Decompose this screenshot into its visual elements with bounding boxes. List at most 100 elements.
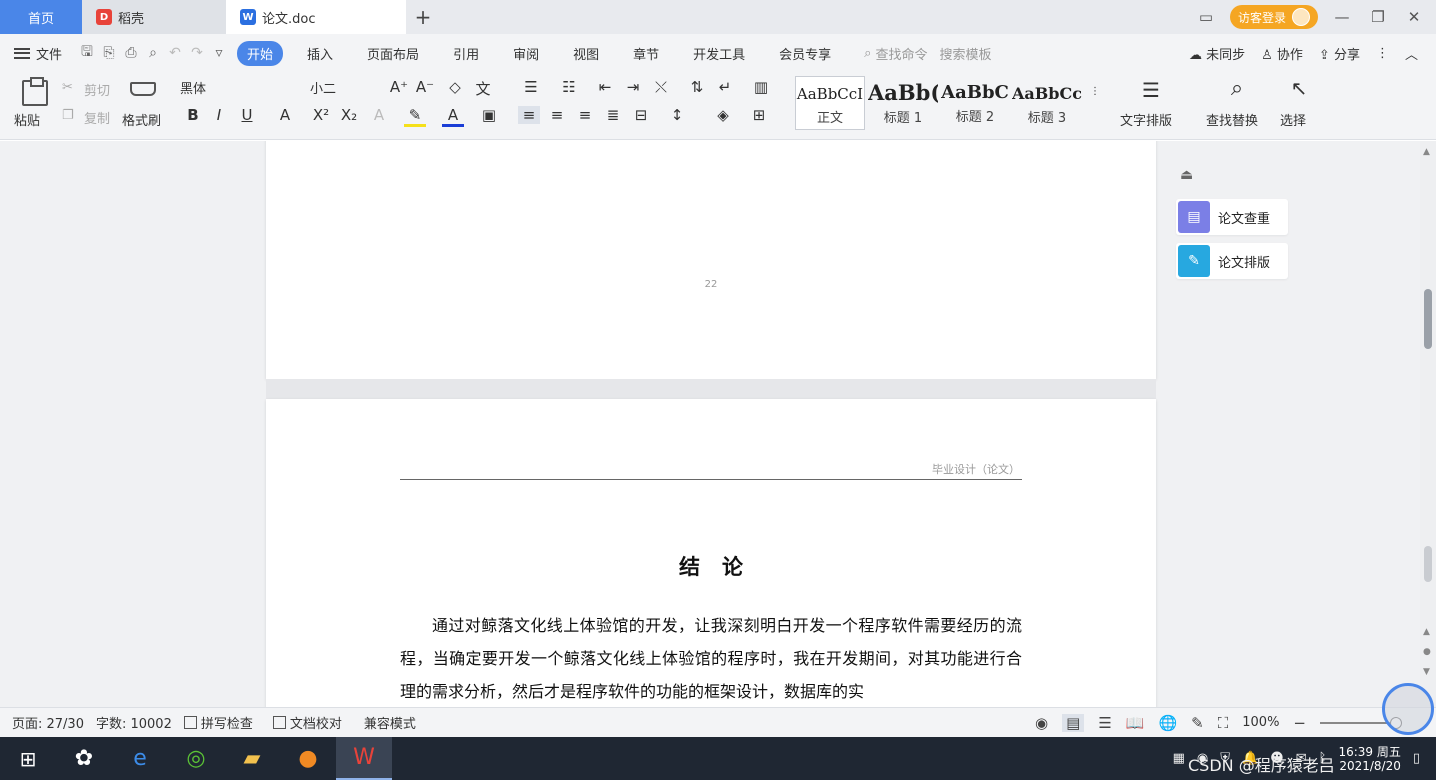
menu-tab-chapter[interactable]: 章节 [623, 41, 669, 66]
minimize-button[interactable]: — [1330, 8, 1354, 26]
page-count[interactable]: 页面: 27/30 [12, 713, 84, 732]
scroll-up-icon[interactable]: ▲ [1423, 147, 1430, 157]
wps-taskbar-icon[interactable]: W [336, 737, 392, 780]
distributed-icon[interactable]: ⊟ [630, 106, 652, 124]
tab-document[interactable]: W 论文.doc [226, 0, 406, 34]
document-heading[interactable]: 结论 [266, 551, 1156, 581]
file-menu-button[interactable]: 文件 [14, 44, 62, 63]
highlight-icon[interactable]: ✎ [404, 106, 426, 127]
justify-icon[interactable]: ≣ [602, 106, 624, 124]
style-heading-2[interactable]: AaBbC 标题 2 [940, 76, 1010, 130]
reading-view-icon[interactable]: 📖 [1126, 714, 1145, 732]
clear-format-icon[interactable]: ◇ [444, 78, 466, 96]
print-icon[interactable]: ⎙ [120, 45, 142, 61]
prev-page-icon[interactable]: ▲ [1423, 627, 1430, 637]
collapse-panel-icon[interactable]: ⏏ [1180, 167, 1193, 183]
bold-icon[interactable]: B [182, 106, 204, 124]
menu-tab-review[interactable]: 审阅 [503, 41, 549, 66]
grow-font-icon[interactable]: A⁺ [388, 78, 410, 96]
save-icon[interactable]: 🖫 [76, 41, 98, 65]
text-layout-button[interactable]: 文字排版 [1120, 110, 1172, 129]
chinese-layout-icon[interactable]: ⤬ [650, 78, 672, 96]
template-search-label[interactable]: 搜索模板 [939, 44, 991, 63]
line-spacing-icon[interactable]: ↕ [666, 106, 688, 124]
doc-proof-button[interactable]: 文档校对 [272, 713, 342, 732]
thesis-layout-button[interactable]: ✎ 论文排版 [1176, 243, 1288, 279]
ie-browser-icon[interactable]: e [112, 737, 168, 780]
italic-icon[interactable]: I [208, 106, 230, 124]
bullet-list-icon[interactable]: ☰ [520, 78, 542, 96]
thesis-check-button[interactable]: ▤ 论文查重 [1176, 199, 1288, 235]
collab-button[interactable]: ♙ 协作 [1261, 44, 1303, 63]
shrink-font-icon[interactable]: A⁻ [414, 78, 436, 96]
next-page-icon[interactable]: ▼ [1423, 667, 1430, 677]
pinwheel-app-icon[interactable]: ✿ [56, 737, 112, 780]
sort-icon[interactable]: ⇅ [686, 78, 708, 96]
paste-button[interactable]: 粘贴 [14, 110, 40, 129]
spell-check-button[interactable]: 拼写检查 [183, 713, 253, 732]
export-pdf-icon[interactable]: ⎘ [98, 45, 120, 61]
print-preview-icon[interactable]: ⌕ [142, 45, 164, 61]
show-desktop-icon[interactable]: ▯ [1413, 751, 1420, 766]
font-color-effect-icon[interactable]: A [274, 106, 296, 124]
shading-icon[interactable]: ◈ [712, 106, 734, 124]
menu-tab-developer[interactable]: 开发工具 [683, 41, 755, 66]
style-heading-3[interactable]: AaBbCcl 标题 3 [1012, 76, 1082, 130]
tab-home[interactable]: 首页 [0, 0, 82, 34]
web-view-icon[interactable]: 🌐 [1158, 714, 1177, 732]
new-tab-button[interactable]: + [406, 0, 440, 34]
word-count[interactable]: 字数: 10002 [96, 713, 172, 732]
borders-icon[interactable]: ⊞ [748, 106, 770, 124]
menu-tab-member[interactable]: 会员专享 [769, 41, 841, 66]
document-page[interactable]: 22 [266, 141, 1156, 379]
sync-button[interactable]: ☁ 未同步 [1189, 44, 1245, 63]
fit-page-icon[interactable]: ⛶ [1218, 714, 1229, 732]
outline-view-icon[interactable]: ☰ [1098, 714, 1111, 732]
superscript-icon[interactable]: X² [310, 106, 332, 124]
menu-tab-insert[interactable]: 插入 [297, 41, 343, 66]
font-size-select[interactable]: 小二 [310, 78, 376, 100]
char-border-icon[interactable]: ▣ [478, 106, 500, 124]
menu-tab-references[interactable]: 引用 [443, 41, 489, 66]
cut-button[interactable]: 剪切 [84, 80, 110, 99]
show-marks-icon[interactable]: ↵ [714, 78, 736, 96]
tab-docer[interactable]: D 稻壳 [82, 0, 226, 34]
browser-360-icon[interactable]: ◎ [168, 737, 224, 780]
close-button[interactable]: ✕ [1402, 8, 1426, 26]
redo-icon[interactable]: ↷ [186, 45, 208, 61]
more-icon[interactable]: ⋮ [1376, 46, 1389, 61]
align-center-icon[interactable]: ≡ [546, 106, 568, 124]
media-player-icon[interactable]: ● [280, 737, 336, 780]
menu-tab-page-layout[interactable]: 页面布局 [357, 41, 429, 66]
share-button[interactable]: ⇪ 分享 [1319, 44, 1360, 63]
document-page[interactable]: 毕业设计（论文） 结论 通过对鲸落文化线上体验馆的开发，让我深刻明白开发一个程序… [266, 399, 1156, 707]
system-clock[interactable]: 16:39 周五 2021/8/20 [1338, 745, 1400, 773]
select-browse-icon[interactable]: ● [1423, 647, 1431, 657]
document-paragraph[interactable]: 通过对鲸落文化线上体验馆的开发，让我深刻明白开发一个程序软件需要经历的流程，当确… [400, 609, 1022, 707]
zoom-level[interactable]: 100% [1242, 715, 1279, 730]
subscript-icon[interactable]: X₂ [338, 106, 360, 124]
increase-indent-icon[interactable]: ⇥ [622, 78, 644, 96]
phonetic-icon[interactable]: 文 [472, 78, 494, 99]
page-view-icon[interactable]: ▤ [1062, 713, 1085, 732]
menu-tab-view[interactable]: 视图 [563, 41, 609, 66]
write-mode-icon[interactable]: ✎ [1191, 714, 1204, 732]
restore-button[interactable]: ❐ [1366, 8, 1390, 26]
select-button[interactable]: 选择 [1280, 110, 1306, 129]
input-method-icon[interactable]: ▦ [1173, 751, 1185, 766]
menu-tab-home[interactable]: 开始 [237, 40, 284, 66]
font-color-icon[interactable]: A [442, 106, 464, 127]
customize-toolbar-icon[interactable]: ▿ [208, 45, 230, 61]
style-heading-1[interactable]: AaBb( 标题 1 [868, 76, 938, 130]
align-left-icon[interactable]: ≡ [518, 106, 540, 124]
find-replace-button[interactable]: 查找替换 [1206, 110, 1258, 129]
command-search[interactable]: ⌕ 查找命令 搜索模板 [864, 44, 991, 63]
underline-icon[interactable]: U [236, 106, 258, 124]
style-normal[interactable]: AaBbCcI 正文 [795, 76, 865, 130]
format-painter-button[interactable]: 格式刷 [122, 110, 161, 129]
login-button[interactable]: 访客登录 [1229, 5, 1318, 29]
zoom-out-icon[interactable]: − [1293, 714, 1306, 732]
vertical-scrollbar[interactable]: ▲ ▲ ● ▼ [1420, 141, 1436, 707]
layout-icon[interactable]: ▭ [1194, 8, 1218, 26]
decrease-indent-icon[interactable]: ⇤ [594, 78, 616, 96]
